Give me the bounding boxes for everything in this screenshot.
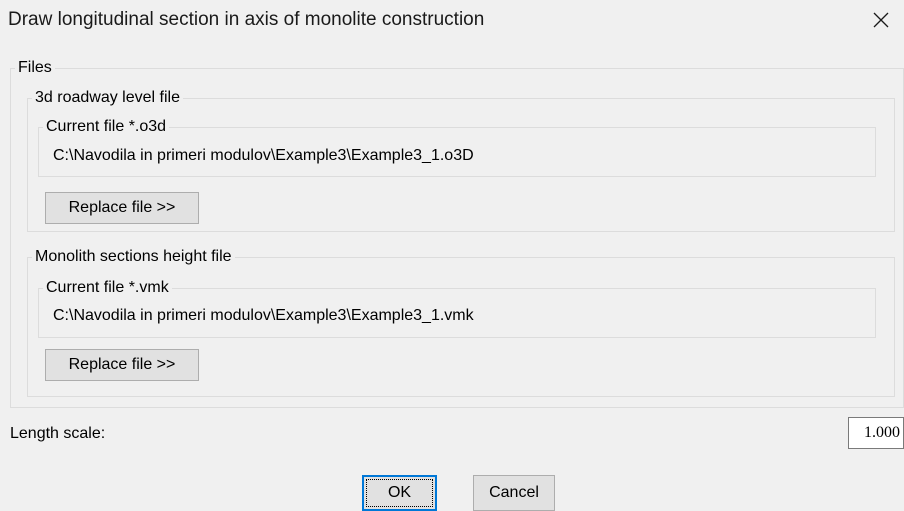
cancel-button-label: Cancel [489, 484, 539, 501]
files-group-legend: Files [18, 59, 52, 76]
replace-monolith-file-button[interactable]: Replace file >> [45, 349, 199, 381]
replace-roadway-file-label: Replace file >> [68, 199, 176, 216]
roadway-current-file-legend: Current file *.o3d [46, 118, 167, 135]
dialog-title: Draw longitudinal section in axis of mon… [8, 9, 485, 30]
monolith-file-legend: Monolith sections height file [35, 248, 232, 265]
dialog-window: Draw longitudinal section in axis of mon… [0, 0, 904, 511]
length-scale-input[interactable] [848, 417, 904, 449]
monolith-current-file-legend: Current file *.vmk [46, 279, 169, 296]
ok-button[interactable]: OK [362, 475, 437, 511]
roadway-file-legend: 3d roadway level file [35, 89, 180, 106]
length-scale-label: Length scale: [10, 425, 106, 442]
replace-monolith-file-label: Replace file >> [68, 356, 176, 373]
monolith-current-file-path: C:\Navodila in primeri modulov\Example3\… [53, 307, 474, 324]
ok-button-label: OK [387, 484, 412, 501]
close-icon [873, 12, 889, 28]
close-button[interactable] [866, 6, 896, 34]
cancel-button[interactable]: Cancel [473, 475, 555, 511]
replace-roadway-file-button[interactable]: Replace file >> [45, 192, 199, 224]
roadway-current-file-path: C:\Navodila in primeri modulov\Example3\… [53, 147, 474, 164]
